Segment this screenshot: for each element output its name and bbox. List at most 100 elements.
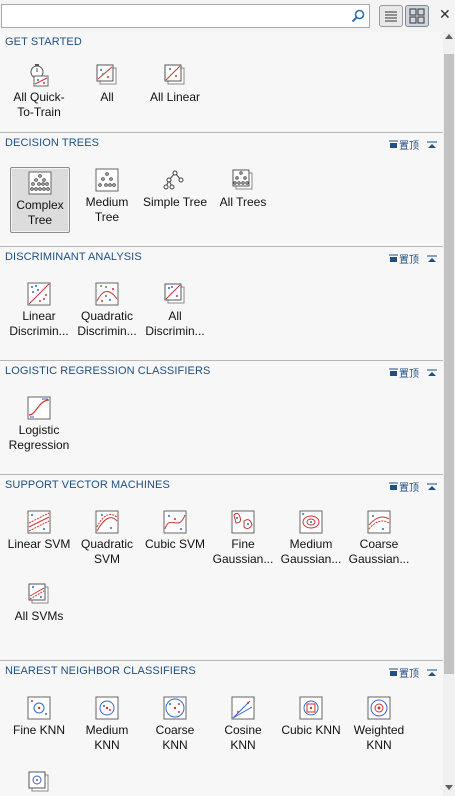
section-nearest-neighbor: NEAREST NEIGHBOR CLASSIFIERS 置顶 Fine KNN [0,661,443,796]
section-title: GET STARTED [5,36,82,48]
gallery-item-all-svms[interactable]: All SVMs [6,581,72,624]
gallery-item-fine-knn[interactable]: Fine KNN [6,695,72,738]
fine-gaussian-svm-icon [231,510,255,534]
list-view-icon [385,11,397,22]
gallery-item-cosine-knn[interactable]: Cosine KNN [210,695,276,753]
item-label: All Trees [219,195,267,209]
medium-gaussian-svm-icon [299,510,323,534]
collapse-up-icon[interactable] [427,141,437,149]
pin-top-button[interactable]: 置顶 [389,365,419,380]
stopwatch-icon [30,64,49,87]
pin-top-button[interactable]: 置顶 [389,479,419,494]
gallery-item-quadratic-discriminant[interactable]: Quadratic Discrimin... [74,281,140,339]
gallery-item-weighted-knn[interactable]: Weighted KNN [346,695,412,753]
coarse-gaussian-svm-icon [367,510,391,534]
stacked-scatter-icon [96,64,117,85]
gallery-item-logistic-regression[interactable]: Logistic Regression [6,395,72,453]
item-label: All Linear [149,90,201,104]
item-label: Weighted KNN [353,723,405,752]
gallery-panel[interactable]: GET STARTED All Quick- To-Train All All … [0,32,443,796]
gallery-item-linear-discriminant[interactable]: Linear Discrimin... [6,281,72,339]
simple-tree-icon [163,170,184,190]
grid-view-icon [409,8,425,24]
stacked-tree-icon [232,169,253,190]
gallery-item-medium-knn[interactable]: Medium KNN [74,695,140,753]
item-label: Medium Tree [85,195,129,224]
close-icon[interactable]: ✕ [439,6,451,23]
stacked-svm-icon [28,583,49,604]
scroll-up-icon[interactable] [445,34,453,39]
item-label: All SVMs [14,609,64,623]
gallery-item-all-trees[interactable]: All Trees [210,167,276,210]
gallery-item-more-knn[interactable] [6,769,72,795]
item-label: Linear SVM [7,537,71,551]
collapse-up-icon[interactable] [427,483,437,491]
gallery-item-all[interactable]: All [74,62,140,105]
item-label: Logistic Regression [8,423,70,452]
section-decision-trees: DECISION TREES 置顶 Complex Tree Medium Tr… [0,133,443,247]
gallery-item-all-discriminant[interactable]: All Discrimin... [142,281,208,339]
collapse-up-icon[interactable] [427,255,437,263]
collapse-up-icon[interactable] [427,369,437,377]
fine-knn-icon [27,696,51,720]
linear-svm-icon [27,510,51,534]
search-input[interactable] [5,6,349,28]
item-label: All [100,90,114,104]
item-label: Cubic KNN [281,723,341,737]
gallery-item-cubic-svm[interactable]: Cubic SVM [142,509,208,552]
item-label: All Discrimin... [145,309,205,338]
gallery-item-coarse-knn[interactable]: Coarse KNN [142,695,208,753]
section-title: DECISION TREES [5,137,100,149]
quadratic-discriminant-icon [95,282,119,306]
search-icon[interactable] [351,9,365,23]
scroll-down-icon[interactable] [445,785,453,790]
pin-top-icon [389,482,398,490]
gallery-item-all-linear[interactable]: All Linear [142,62,208,105]
section-svm: SUPPORT VECTOR MACHINES 置顶 Linear SVM Qu… [0,475,443,661]
item-label: Linear Discrimin... [9,309,69,338]
gallery-item-linear-svm[interactable]: Linear SVM [6,509,72,552]
grid-view-button[interactable] [405,5,429,27]
cubic-knn-icon [299,696,323,720]
gallery-item-cubic-knn[interactable]: Cubic KNN [278,695,344,738]
gallery-item-all-quick-to-train[interactable]: All Quick- To-Train [6,62,72,120]
stacked-knn-icon [28,771,49,792]
gallery-item-medium-gaussian-svm[interactable]: Medium Gaussian... [278,509,344,567]
section-get-started: GET STARTED All Quick- To-Train All All … [0,32,443,133]
medium-knn-icon [95,696,119,720]
item-label: Cosine KNN [224,723,262,752]
gallery-item-quadratic-svm[interactable]: Quadratic SVM [74,509,140,567]
item-label: Medium KNN [85,723,129,752]
pin-top-icon [389,254,398,262]
pin-top-button[interactable]: 置顶 [389,251,419,266]
complex-tree-icon [28,171,52,195]
section-logistic-regression: LOGISTIC REGRESSION CLASSIFIERS 置顶 Logis… [0,361,443,475]
item-label: Quadratic Discrimin... [77,309,137,338]
search-box[interactable] [1,4,370,28]
gallery-item-simple-tree[interactable]: Simple Tree [142,167,208,210]
collapse-up-icon[interactable] [427,669,437,677]
scrollbar-thumb[interactable] [444,54,454,674]
section-discriminant-analysis: DISCRIMINANT ANALYSIS 置顶 Linear Discrimin… [0,247,443,361]
pin-top-icon [389,368,398,376]
list-view-button[interactable] [379,5,403,27]
item-label: Complex Tree [16,198,64,227]
gallery-item-fine-gaussian-svm[interactable]: Fine Gaussian... [210,509,276,567]
item-label: Fine Gaussian... [212,537,274,566]
pin-top-button[interactable]: 置顶 [389,665,419,680]
medium-tree-icon [95,168,119,192]
weighted-knn-icon [367,696,391,720]
gallery-item-medium-tree[interactable]: Medium Tree [74,167,140,225]
gallery-item-coarse-gaussian-svm[interactable]: Coarse Gaussian... [346,509,412,567]
item-label: Coarse KNN [155,723,195,752]
pin-top-icon [389,140,398,148]
item-label: All Quick- To-Train [13,90,65,119]
logistic-curve-icon [27,396,51,420]
section-title: DISCRIMINANT ANALYSIS [5,251,142,263]
section-title: LOGISTIC REGRESSION CLASSIFIERS [5,365,211,377]
vertical-scrollbar[interactable] [443,32,455,796]
pin-top-button[interactable]: 置顶 [389,137,419,152]
stacked-linear-icon [164,64,185,85]
cosine-knn-icon [231,696,255,720]
gallery-item-complex-tree[interactable]: Complex Tree [10,167,70,233]
